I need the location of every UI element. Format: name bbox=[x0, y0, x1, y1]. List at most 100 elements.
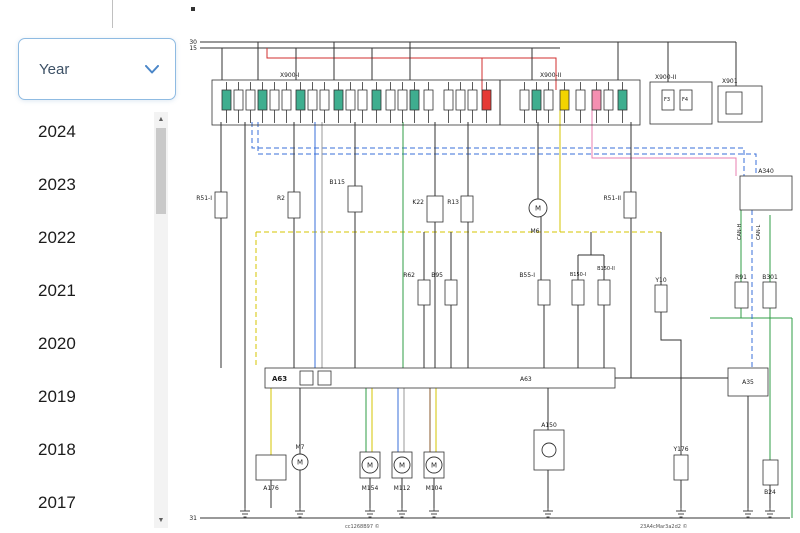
diagram-label: A35 bbox=[742, 379, 754, 386]
diagram-label: X900-II bbox=[540, 72, 561, 79]
diagram-label: M6 bbox=[531, 228, 540, 235]
connector-pin bbox=[307, 89, 318, 111]
year-option-2023[interactable]: 2023 bbox=[0, 158, 154, 211]
diagram-label: B95 bbox=[431, 272, 443, 279]
motor-letter: M bbox=[399, 462, 405, 470]
year-option-2021[interactable]: 2021 bbox=[0, 264, 154, 317]
connector-pin bbox=[221, 89, 232, 111]
component-box bbox=[725, 91, 743, 115]
diagram-label: M154 bbox=[362, 485, 379, 492]
motor-letter: M bbox=[431, 462, 437, 470]
motor-circle bbox=[541, 442, 557, 458]
diagram-label: B115 bbox=[329, 179, 345, 186]
diagram-label: A63 bbox=[520, 376, 532, 383]
connector-pin bbox=[409, 89, 420, 111]
diagram-label: M7 bbox=[296, 444, 305, 451]
connector-pin bbox=[281, 89, 292, 111]
component-box bbox=[717, 85, 763, 123]
component-box bbox=[623, 191, 637, 219]
year-list: 2024 2023 2022 2021 2020 2019 2018 2017 bbox=[0, 105, 154, 533]
component-box bbox=[537, 279, 551, 306]
diagram-label: R62 bbox=[403, 272, 415, 279]
diagram-label: 31 bbox=[189, 515, 197, 522]
component-box bbox=[734, 281, 749, 309]
year-option-2024[interactable]: 2024 bbox=[0, 105, 154, 158]
component-box bbox=[597, 279, 611, 306]
diagram-label: F3 bbox=[664, 97, 670, 103]
component-box bbox=[460, 195, 474, 223]
diagram-label: R51-II bbox=[603, 195, 621, 202]
year-option-2020[interactable]: 2020 bbox=[0, 317, 154, 370]
diagram-label: M104 bbox=[426, 485, 443, 492]
connector-pin bbox=[233, 89, 244, 111]
motor-letter: M bbox=[297, 459, 303, 467]
connector-pin bbox=[397, 89, 408, 111]
connector-pin bbox=[245, 89, 256, 111]
scrollbar-up-button[interactable]: ▲ bbox=[154, 112, 168, 127]
wire bbox=[615, 218, 632, 379]
connector-pin bbox=[371, 89, 382, 111]
component-box bbox=[255, 454, 287, 481]
connector-pin bbox=[559, 89, 570, 111]
wire bbox=[266, 48, 557, 90]
diagram-label: 23A4cMar3a2d2 © bbox=[640, 523, 688, 530]
wire bbox=[251, 122, 745, 176]
diagram-label: B24 bbox=[764, 489, 776, 496]
year-dropdown-label: Year bbox=[39, 60, 70, 78]
component-box bbox=[287, 191, 301, 219]
component-box bbox=[762, 459, 779, 486]
connector-pin bbox=[257, 89, 268, 111]
diagram-label: F4 bbox=[682, 97, 688, 103]
diagram-label: A63 bbox=[272, 375, 287, 383]
component-box bbox=[444, 279, 458, 306]
connector-pin bbox=[543, 89, 554, 111]
connector-pin bbox=[345, 89, 356, 111]
wire bbox=[591, 110, 737, 176]
scrollbar-down-button[interactable]: ▼ bbox=[154, 513, 168, 528]
component-box bbox=[299, 370, 314, 386]
component-box bbox=[417, 279, 431, 306]
diagram-label: R13 bbox=[447, 199, 459, 206]
year-option-2022[interactable]: 2022 bbox=[0, 211, 154, 264]
diagram-label: B301 bbox=[762, 274, 778, 281]
connector-pin bbox=[481, 89, 492, 111]
diagram-label: A150 bbox=[541, 422, 557, 429]
wire bbox=[257, 122, 757, 176]
diagram-label: X901 bbox=[722, 78, 738, 85]
component-box bbox=[739, 175, 793, 211]
connector-pin bbox=[455, 89, 466, 111]
chevron-down-icon bbox=[145, 64, 159, 73]
connector-pin bbox=[357, 89, 368, 111]
motor-letter: M bbox=[367, 462, 373, 470]
connector-pin bbox=[467, 89, 478, 111]
year-option-2017[interactable]: 2017 bbox=[0, 476, 154, 529]
diagram-label: X900-II bbox=[655, 74, 676, 81]
year-option-2019[interactable]: 2019 bbox=[0, 370, 154, 423]
connector-pin bbox=[575, 89, 586, 111]
component-box bbox=[649, 81, 713, 125]
diagram-label: X900-I bbox=[280, 72, 300, 79]
diagram-label: M112 bbox=[394, 485, 411, 492]
diagram-label: R91 bbox=[735, 274, 747, 281]
wire bbox=[660, 312, 682, 455]
component-box bbox=[191, 7, 195, 11]
diagram-label: K22 bbox=[412, 199, 424, 206]
component-box bbox=[571, 279, 585, 306]
year-dropdown[interactable]: Year bbox=[18, 38, 176, 100]
connector-pin bbox=[531, 89, 542, 111]
component-box bbox=[762, 281, 777, 309]
connector-pin bbox=[423, 89, 434, 111]
diagram-label: cc1268B97 © bbox=[345, 523, 380, 530]
diagram-label: Y10 bbox=[654, 277, 666, 284]
top-divider bbox=[112, 0, 113, 28]
component-box bbox=[654, 284, 668, 313]
diagram-label: R2 bbox=[277, 195, 285, 202]
connector-pin bbox=[269, 89, 280, 111]
scrollbar-thumb[interactable] bbox=[156, 128, 166, 214]
motor-letter: M bbox=[535, 205, 541, 213]
connector-pin bbox=[519, 89, 530, 111]
year-list-scrollbar[interactable]: ▲ ▼ bbox=[154, 112, 168, 528]
diagram-label: 15 bbox=[189, 45, 197, 52]
year-option-2018[interactable]: 2018 bbox=[0, 423, 154, 476]
diagram-label: A176 bbox=[263, 485, 279, 492]
